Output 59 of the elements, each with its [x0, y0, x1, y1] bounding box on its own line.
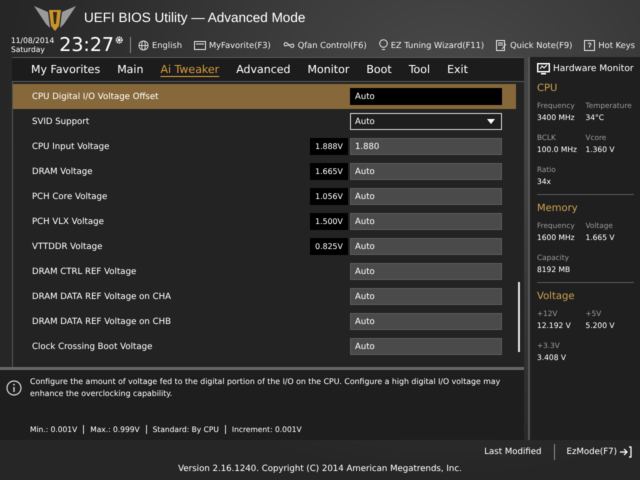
selected-row[interactable]: CPU Digital I/O Voltage Offset Auto [13, 84, 516, 109]
value-field[interactable]: Auto [350, 188, 502, 205]
last-modified-button[interactable]: Last Modified [484, 447, 542, 457]
value-field[interactable]: Auto [350, 313, 502, 330]
menu-tab[interactable]: Exit [440, 58, 475, 80]
separator-bar-icon [146, 425, 147, 434]
menu-tab[interactable]: Monitor [300, 58, 356, 80]
section-title: Memory [537, 203, 579, 214]
setting-label: SVID Support [32, 116, 90, 126]
setting-label: DRAM Voltage [32, 166, 94, 176]
setting-label: CPU Digital I/O Voltage Offset [32, 92, 160, 102]
menu-tab[interactable]: Main [110, 58, 150, 80]
scrollbar-thumb[interactable] [518, 282, 520, 352]
menu-tab[interactable]: Tool [402, 58, 438, 80]
setting-label: Clock Crossing Boot Voltage [32, 342, 154, 352]
toolbar-button[interactable]: EZ Tuning Wizard(F11) [378, 39, 484, 51]
toolbar-button[interactable]: MyFavorite(F3) [194, 40, 271, 50]
help-icon [584, 40, 596, 50]
setting-label: CPU Input Voltage [32, 142, 110, 152]
value-field[interactable]: Auto [350, 88, 502, 105]
value-field[interactable]: Auto [350, 163, 502, 180]
setting-label: DRAM CTRL REF Voltage [32, 266, 138, 276]
monitor-icon [537, 63, 550, 75]
setting-label: PCH VLX Voltage [32, 216, 105, 226]
setting-label: PCH Core Voltage [32, 192, 108, 202]
lightbulb-icon [378, 39, 388, 51]
value-field[interactable]: Auto [350, 288, 502, 305]
dropdown[interactable]: Auto [350, 113, 502, 130]
panel-title: Hardware Monitor [553, 64, 634, 74]
window-title: UEFI BIOS Utility — Advanced Mode [84, 10, 306, 24]
separator-bar-icon [224, 425, 226, 434]
menu-tab[interactable]: Ai Tweaker [153, 58, 226, 80]
value-field[interactable]: Auto [350, 263, 502, 280]
section-title: CPU [537, 83, 558, 94]
caret-icon [487, 119, 495, 124]
setting-label: VTTDDR Voltage [32, 242, 104, 252]
menu-tab[interactable]: My Favorites [24, 58, 108, 80]
toolbar-button[interactable]: Qfan Control(F6) [282, 40, 367, 50]
separator-bar-icon [83, 425, 84, 434]
copyright-text: Version 2.16.1240. Copyright (C) 2014 American Megatrends, Inc. [178, 464, 462, 474]
toolbar-button[interactable]: Hot Keys [584, 40, 635, 50]
toolbar-button[interactable]: English [138, 40, 182, 50]
menu-tab[interactable]: Advanced [229, 58, 298, 80]
value-field[interactable]: 1.880 [350, 138, 502, 155]
setting-label: DRAM DATA REF Voltage on CHB [32, 316, 172, 326]
settings-icon[interactable] [115, 34, 124, 46]
exit-icon [620, 446, 632, 458]
ezmode-button[interactable]: EzMode(F7) [566, 446, 632, 458]
setting-label: DRAM DATA REF Voltage on CHA [32, 292, 172, 302]
value-field[interactable]: Auto [350, 238, 502, 255]
info-icon [6, 380, 22, 396]
note-icon [496, 40, 508, 50]
value-field[interactable]: Auto [350, 213, 502, 230]
toolbar-button[interactable]: Quick Note(F9) [496, 40, 572, 50]
section-title: Voltage [537, 291, 576, 302]
clock-time: 23:27 [59, 35, 114, 55]
menu-tab[interactable]: Boot [359, 58, 399, 80]
globe-icon [138, 40, 150, 50]
value-field[interactable]: Auto [350, 338, 502, 355]
